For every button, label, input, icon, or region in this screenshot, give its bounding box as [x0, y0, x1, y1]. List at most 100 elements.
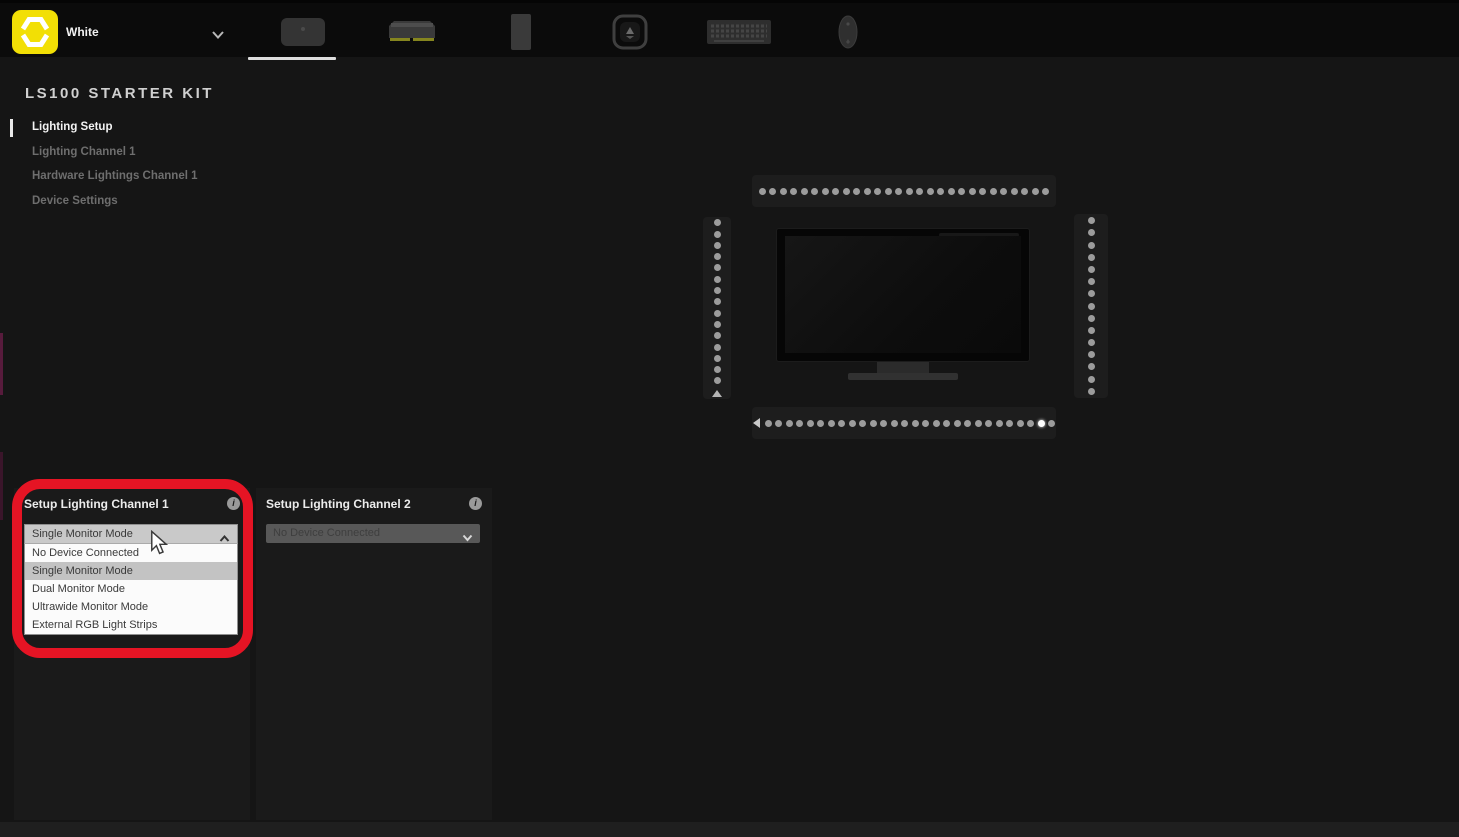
led-dot	[822, 188, 829, 195]
led-dot	[1006, 420, 1013, 427]
led-dot	[943, 420, 950, 427]
strip-direction-arrow-icon	[753, 418, 760, 428]
led-dot	[769, 188, 776, 195]
led-dot	[853, 188, 860, 195]
profile-chevron-down-icon[interactable]	[211, 27, 225, 45]
sidebar-item-hardware-lightings-channel-1[interactable]: Hardware Lightings Channel 1	[32, 170, 198, 182]
led-dot	[1048, 420, 1055, 427]
led-dot	[1000, 188, 1007, 195]
led-dot	[714, 344, 721, 351]
tab-ram-module[interactable]	[357, 3, 466, 60]
led-dot	[759, 188, 766, 195]
led-dot	[874, 188, 881, 195]
led-dot	[864, 188, 871, 195]
chevron-down-icon	[462, 530, 473, 549]
led-dot	[1088, 376, 1095, 383]
tab-mouse[interactable]	[793, 3, 902, 60]
led-dot	[870, 420, 877, 427]
tab-lighting-node[interactable]	[466, 3, 575, 60]
led-dot	[1088, 351, 1095, 358]
led-dot	[714, 310, 721, 317]
device-page-title: LS100 STARTER KIT	[25, 85, 214, 102]
led-dot	[1088, 327, 1095, 334]
led-dot	[1021, 188, 1028, 195]
setup-lighting-channel-1-panel: Setup Lighting Channel 1 i Single Monito…	[14, 488, 250, 820]
led-dot	[1088, 363, 1095, 370]
option-dual-monitor-mode[interactable]: Dual Monitor Mode	[25, 580, 237, 598]
channel-1-mode-dropdown[interactable]: Single Monitor Mode	[24, 524, 238, 543]
channel-1-info-icon[interactable]: i	[227, 497, 240, 510]
led-dot	[937, 188, 944, 195]
aio-pump-icon	[611, 13, 649, 51]
led-strip-top	[752, 175, 1056, 207]
led-dot	[714, 321, 721, 328]
led-dot	[1088, 278, 1095, 285]
icue-window: White	[0, 0, 1459, 837]
led-dot	[786, 420, 793, 427]
led-dot	[790, 188, 797, 195]
led-dot	[714, 219, 721, 226]
led-dot	[885, 188, 892, 195]
led-dot	[714, 242, 721, 249]
led-dot	[849, 420, 856, 427]
tab-keyboard[interactable]	[684, 3, 793, 60]
monitor-stand-neck	[877, 362, 929, 373]
led-dot	[985, 420, 992, 427]
led-dot	[895, 188, 902, 195]
led-dot	[1088, 254, 1095, 261]
led-dot	[1088, 315, 1095, 322]
led-dot	[1011, 188, 1018, 195]
led-dot	[1088, 339, 1095, 346]
led-dot	[927, 188, 934, 195]
led-dot	[714, 253, 721, 260]
led-dot	[714, 355, 721, 362]
led-dot	[979, 188, 986, 195]
corsair-logo-icon[interactable]	[12, 10, 58, 54]
led-dot	[1088, 388, 1095, 395]
led-dot	[954, 420, 961, 427]
setup-lighting-channel-2-panel: Setup Lighting Channel 2 i No Device Con…	[256, 488, 492, 820]
channel-2-mode-dropdown-value: No Device Connected	[273, 527, 380, 539]
led-dot	[714, 264, 721, 271]
led-dot	[933, 420, 940, 427]
led-dot	[714, 276, 721, 283]
bottom-bar	[0, 822, 1459, 837]
channel-1-mode-dropdown-value: Single Monitor Mode	[32, 528, 133, 540]
sidebar-item-lighting-setup[interactable]: Lighting Setup	[32, 121, 112, 133]
tab-aio-pump[interactable]	[575, 3, 684, 60]
strip-direction-arrow-icon	[712, 390, 722, 397]
option-external-rgb-light-strips[interactable]: External RGB Light Strips	[25, 616, 237, 634]
led-dot	[996, 420, 1003, 427]
led-dot	[1088, 217, 1095, 224]
option-single-monitor-mode[interactable]: Single Monitor Mode	[25, 562, 237, 580]
led-dot	[765, 420, 772, 427]
channel-1-panel-title: Setup Lighting Channel 1	[24, 497, 169, 511]
led-dot	[975, 420, 982, 427]
edge-artifact	[0, 333, 3, 395]
lighting-controller-icon	[279, 16, 327, 48]
led-dot	[775, 420, 782, 427]
option-ultrawide-monitor-mode[interactable]: Ultrawide Monitor Mode	[25, 598, 237, 616]
led-dot	[714, 231, 721, 238]
led-dot	[859, 420, 866, 427]
lighting-node-icon	[508, 12, 534, 52]
tab-ls100-lighting-controller[interactable]	[248, 3, 357, 60]
led-dot	[1038, 420, 1045, 427]
active-tab-underline	[248, 57, 336, 60]
led-dot	[1027, 420, 1034, 427]
channel-2-mode-dropdown[interactable]: No Device Connected	[266, 524, 480, 543]
edge-artifact	[0, 452, 3, 520]
device-tabs	[248, 3, 902, 60]
led-dot	[1088, 266, 1095, 273]
led-dot	[922, 420, 929, 427]
led-dot	[714, 332, 721, 339]
sidebar-item-device-settings[interactable]: Device Settings	[32, 195, 118, 207]
led-dot	[843, 188, 850, 195]
led-dot	[901, 420, 908, 427]
option-no-device-connected[interactable]: No Device Connected	[25, 544, 237, 562]
led-dot	[964, 420, 971, 427]
channel-2-info-icon[interactable]: i	[469, 497, 482, 510]
led-dot	[796, 420, 803, 427]
led-dot	[811, 188, 818, 195]
sidebar-item-lighting-channel-1[interactable]: Lighting Channel 1	[32, 146, 136, 158]
